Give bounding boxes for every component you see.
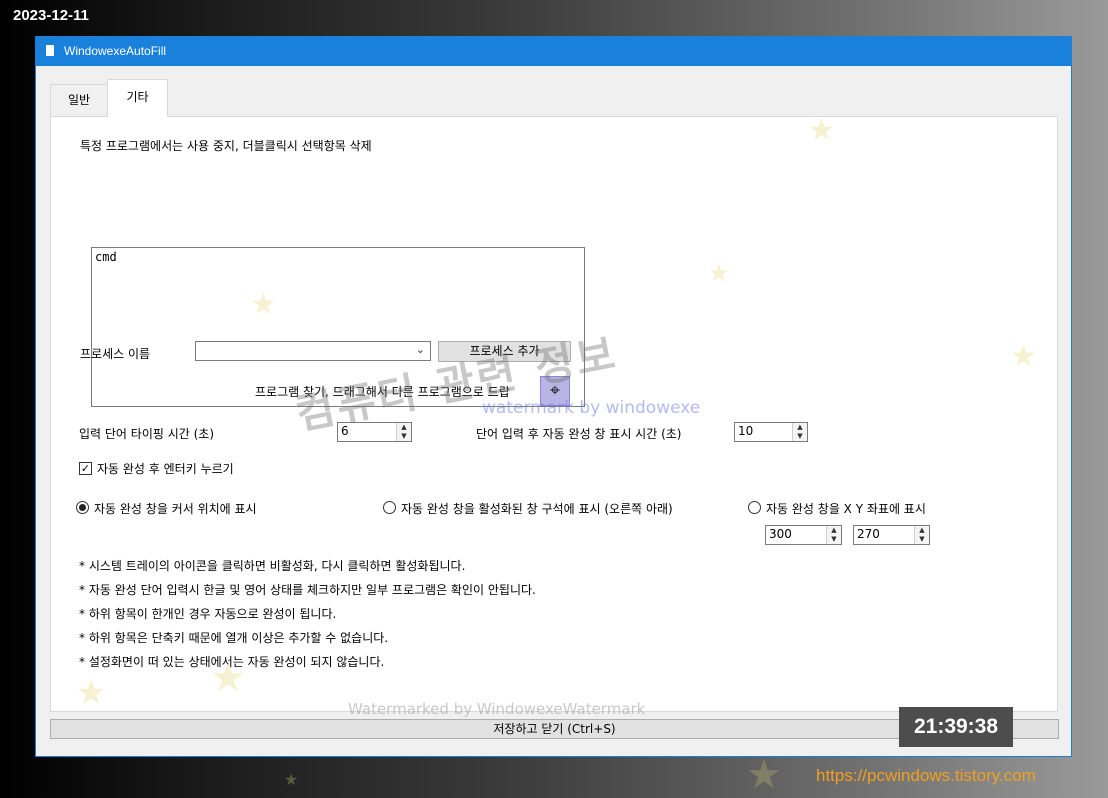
title-bar[interactable]: WindowexeAutoFill xyxy=(36,37,1071,66)
popup-time-spinner[interactable]: 10 ▲ ▼ xyxy=(734,422,808,442)
x-coordinate-spinner[interactable]: 300 ▲ ▼ xyxy=(765,525,842,545)
help-note: * 하위 항목이 한개인 경우 자동으로 완성이 됩니다. xyxy=(79,607,337,621)
watermark-caption: watermark by windowexe xyxy=(482,398,701,418)
process-name-label: 프로세스 이름 xyxy=(80,347,151,361)
popup-time-value[interactable]: 10 xyxy=(738,424,753,438)
spinner-buttons: ▲ ▼ xyxy=(914,526,929,544)
spinner-buttons: ▲ ▼ xyxy=(792,423,807,441)
spin-up-icon[interactable]: ▲ xyxy=(915,526,929,535)
spin-up-icon[interactable]: ▲ xyxy=(827,526,841,535)
spin-down-icon[interactable]: ▼ xyxy=(397,432,411,441)
date-stamp: 2023-12-11 xyxy=(13,7,89,24)
chevron-down-icon[interactable]: ⌄ xyxy=(416,343,425,356)
decorative-star-icon: ★ xyxy=(1010,339,1037,374)
spin-up-icon[interactable]: ▲ xyxy=(397,423,411,432)
y-coordinate-value[interactable]: 270 xyxy=(857,527,880,541)
spinner-buttons: ▲ ▼ xyxy=(396,423,411,441)
spin-up-icon[interactable]: ▲ xyxy=(793,423,807,432)
spinner-buttons: ▲ ▼ xyxy=(826,526,841,544)
help-note: * 시스템 트레이의 아이콘을 클릭하면 비활성화, 다시 클릭하면 활성화됩니… xyxy=(79,559,466,573)
radio-cursor-position[interactable] xyxy=(76,501,89,514)
site-url: https://pcwindows.tistory.com xyxy=(816,766,1036,785)
app-window: WindowexeAutoFill 일반 기타 특정 프로그램에서는 사용 중지… xyxy=(35,36,1072,757)
tab-general[interactable]: 일반 xyxy=(50,84,108,116)
radio-xy-coordinates[interactable] xyxy=(748,501,761,514)
spin-down-icon[interactable]: ▼ xyxy=(827,535,841,544)
exclude-programs-label: 특정 프로그램에서는 사용 중지, 더블클릭시 선택항목 삭제 xyxy=(80,139,372,153)
radio-xy-label: 자동 완성 창을 X Y 좌표에 표시 xyxy=(766,502,926,516)
help-note: * 하위 항목은 단축키 때문에 열개 이상은 추가할 수 없습니다. xyxy=(79,631,389,645)
close-button[interactable] xyxy=(1031,37,1071,66)
decorative-star-icon: ★ xyxy=(76,673,107,713)
decorative-star-icon: ★ xyxy=(210,655,246,701)
background-star-icon: ★ xyxy=(746,752,782,798)
process-name-combo[interactable]: ⌄ xyxy=(195,341,431,361)
app-icon xyxy=(46,45,54,56)
help-note: * 자동 완성 단어 입력시 한글 및 영어 상태를 체크하지만 일부 프로그램… xyxy=(79,583,536,597)
popup-time-label: 단어 입력 후 자동 완성 창 표시 시간 (초) xyxy=(476,427,682,441)
clock-overlay: 21:39:38 xyxy=(899,707,1013,747)
spin-down-icon[interactable]: ▼ xyxy=(793,432,807,441)
tab-other[interactable]: 기타 xyxy=(107,79,168,117)
enter-key-checkbox[interactable]: ✓ xyxy=(79,462,92,475)
background-star-icon: ★ xyxy=(284,770,299,789)
radio-corner-label: 자동 완성 창을 활성화된 창 구석에 표시 (오른쪽 아래) xyxy=(401,502,673,516)
y-coordinate-spinner[interactable]: 270 ▲ ▼ xyxy=(853,525,930,545)
window-title: WindowexeAutoFill xyxy=(64,44,167,58)
watermark-footer: Watermarked by WindowexeWatermark xyxy=(348,700,646,718)
x-coordinate-value[interactable]: 300 xyxy=(769,527,792,541)
decorative-star-icon: ★ xyxy=(808,113,835,148)
radio-window-corner[interactable] xyxy=(383,501,396,514)
decorative-star-icon: ★ xyxy=(250,287,277,322)
spin-down-icon[interactable]: ▼ xyxy=(915,535,929,544)
list-item[interactable]: cmd xyxy=(95,250,581,264)
enter-key-label: 자동 완성 후 엔터키 누르기 xyxy=(97,462,234,476)
radio-cursor-label: 자동 완성 창을 커서 위치에 표시 xyxy=(94,502,257,516)
typing-time-label: 입력 단어 타이핑 시간 (초) xyxy=(79,427,215,441)
decorative-star-icon: ★ xyxy=(708,259,730,287)
